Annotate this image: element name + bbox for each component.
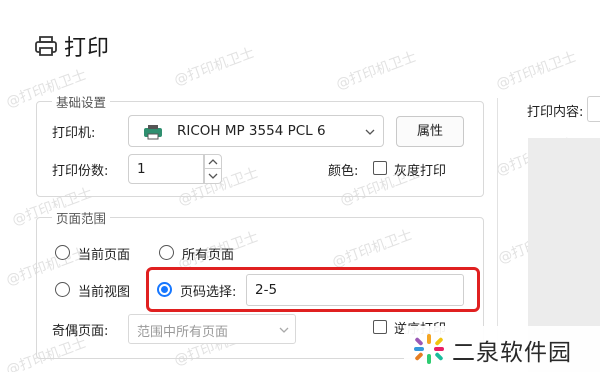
odd-even-select[interactable]: 范围中所有页面 (128, 314, 296, 344)
copies-label: 打印份数: (52, 164, 109, 179)
properties-button[interactable]: 属性 (396, 116, 464, 147)
brand-logo-icon (414, 334, 444, 364)
odd-even-value: 范围中所有页面 (137, 325, 229, 340)
all-pages-label: 所有页面 (182, 248, 235, 263)
printer-label: 打印机: (52, 126, 96, 141)
current-page-radio[interactable] (55, 245, 70, 260)
all-pages-radio[interactable] (159, 245, 174, 260)
printer-select[interactable]: RICOH MP 3554 PCL 6 (128, 115, 384, 147)
basic-settings-label: 基础设置 (52, 92, 111, 111)
page-range-label: 页面范围 (52, 208, 111, 227)
watermark-text: @打印机卫士 (494, 49, 579, 93)
preview-content-label: 打印内容: (527, 105, 584, 120)
brand-badge: 二泉软件园 (404, 326, 600, 372)
page-title: 打印 (64, 36, 111, 61)
chevron-down-icon (279, 327, 289, 333)
odd-even-label: 奇偶页面: (52, 324, 109, 339)
chevron-down-icon (365, 129, 375, 135)
preview-content-select[interactable] (587, 96, 600, 122)
printer-icon (35, 36, 57, 56)
watermark-text: @打印机卫士 (334, 49, 419, 93)
reverse-print-checkbox[interactable] (373, 320, 387, 334)
chevron-down-icon (208, 173, 218, 179)
current-view-radio[interactable] (55, 282, 70, 297)
copies-increment-button[interactable] (204, 154, 222, 169)
color-label: 颜色: (328, 164, 359, 179)
current-page-label: 当前页面 (78, 248, 131, 263)
printer-name: RICOH MP 3554 PCL 6 (177, 123, 326, 139)
grayscale-label: 灰度打印 (394, 164, 447, 179)
copies-decrement-button[interactable] (204, 169, 222, 184)
chevron-up-icon (208, 159, 218, 165)
brand-text: 二泉软件园 (452, 340, 572, 366)
watermark-text: @打印机卫士 (172, 45, 257, 89)
copies-input[interactable]: 1 (128, 154, 204, 184)
highlight-box (146, 267, 480, 312)
printer-device-icon (144, 125, 162, 140)
grayscale-checkbox[interactable] (373, 161, 387, 175)
copies-value: 1 (137, 161, 146, 177)
current-view-label: 当前视图 (78, 285, 131, 300)
